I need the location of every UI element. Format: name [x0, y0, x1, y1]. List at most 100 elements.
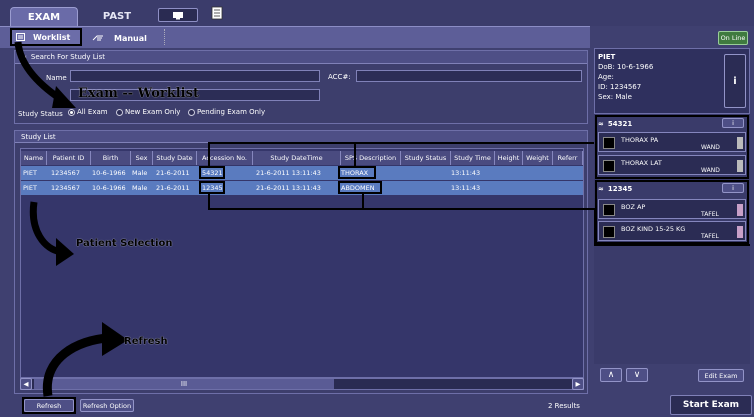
col-patient-id[interactable]: Patient ID: [47, 151, 91, 165]
procedure-name: BOZ AP: [621, 203, 646, 211]
col-name[interactable]: Name: [21, 151, 47, 165]
name-input[interactable]: [70, 70, 320, 82]
procedure-checkbox[interactable]: [603, 226, 615, 238]
col-weight[interactable]: Weight: [523, 151, 553, 165]
move-down-button[interactable]: ∨: [626, 368, 648, 382]
col-sex[interactable]: Sex: [131, 151, 153, 165]
patient-sex: Sex: Male: [598, 93, 632, 101]
edit-exam-button[interactable]: Edit Exam: [698, 369, 744, 382]
cell-patient-id: 1234567: [51, 169, 80, 177]
results-count: 2 Results: [548, 402, 580, 410]
col-study-status[interactable]: Study Status: [401, 151, 451, 165]
document-icon: [211, 6, 223, 20]
annotation-arrow-refresh: [42, 322, 128, 397]
cell-study-date: 21-6-2011: [156, 184, 190, 192]
position-icon: [737, 137, 743, 149]
connector-right-bottom: [594, 244, 750, 246]
radio-pending-exam-dot: [188, 108, 195, 116]
table-row[interactable]: PIET 1234567 10-6-1966 Male 21-6-2011 54…: [21, 166, 583, 180]
radio-new-exam-dot: [116, 108, 123, 116]
procedure-sub: TAFEL: [701, 211, 719, 218]
radio-new-exam-label: New Exam Only: [125, 108, 181, 116]
procedure-checkbox[interactable]: [603, 204, 615, 216]
description-highlight-2: [338, 181, 382, 194]
procedure-item[interactable]: BOZ KIND 15-25 KG TAFEL: [598, 221, 746, 241]
radio-new-exam[interactable]: New Exam Only: [116, 108, 180, 116]
connector-top: [208, 142, 594, 144]
table-header: Name Patient ID Birth Sex Study Date Acc…: [21, 151, 583, 165]
annotation-arrow-patient-selection: [29, 201, 74, 266]
patient-info-button[interactable]: i: [724, 54, 746, 108]
subtab-bar: [0, 26, 590, 48]
col-study-date[interactable]: Study Date: [153, 151, 197, 165]
collapse-icon: ≈: [598, 185, 604, 193]
procedure-checkbox[interactable]: [603, 137, 615, 149]
description-highlight-1: [338, 166, 376, 179]
patient-id: ID: 1234567: [598, 83, 642, 91]
col-study-datetime[interactable]: Study DateTime: [253, 151, 341, 165]
study-group-accession: 54321: [607, 120, 633, 128]
subtab-divider: [164, 29, 165, 45]
col-study-time[interactable]: Study Time: [451, 151, 495, 165]
annotation-refresh: Refresh: [124, 336, 168, 347]
position-icon: [737, 160, 743, 172]
procedure-item[interactable]: THORAX PA WAND: [598, 132, 746, 152]
procedure-checkbox[interactable]: [603, 160, 615, 172]
procedure-name: BOZ KIND 15-25 KG: [621, 225, 686, 233]
procedure-name: THORAX LAT: [621, 159, 662, 167]
cell-name: PIET: [23, 169, 37, 177]
patient-age: Age:: [598, 73, 614, 81]
col-accession-no[interactable]: Accession No.: [197, 151, 253, 165]
collapse-icon: ≈: [598, 120, 604, 128]
connector-mid-bottom: [362, 194, 364, 209]
col-referr[interactable]: Referr: [553, 151, 583, 165]
cell-study-datetime: 21-6-2011 13:11:43: [256, 169, 321, 177]
refresh-option-button[interactable]: Refresh Option: [80, 399, 134, 412]
monitor-icon: [173, 11, 183, 19]
procedure-sub: WAND: [701, 144, 720, 151]
acc-input[interactable]: [356, 70, 582, 82]
table-row[interactable]: PIET 1234567 10-6-1966 Male 21-6-2011 12…: [21, 181, 583, 195]
info-icon: i: [732, 119, 734, 127]
cell-birth: 10-6-1966: [92, 169, 126, 177]
patient-name: PIET: [598, 53, 616, 61]
cell-patient-id: 1234567: [51, 184, 80, 192]
connector-mid-top: [354, 142, 356, 166]
col-birth[interactable]: Birth: [91, 151, 131, 165]
col-sps-description[interactable]: SPS Description: [341, 151, 401, 165]
search-panel-header: ≈ Search For Study List: [15, 51, 587, 64]
cell-study-date: 21-6-2011: [156, 169, 190, 177]
cell-name: PIET: [23, 184, 37, 192]
document-icon-button[interactable]: [210, 6, 224, 20]
cell-sex: Male: [132, 169, 148, 177]
procedure-name: THORAX PA: [621, 136, 659, 144]
annotation-exam-worklist: Exam -- Worklist: [78, 86, 199, 101]
online-status-button[interactable]: On Line: [718, 31, 748, 45]
monitor-icon-button[interactable]: [158, 8, 198, 22]
position-icon: [737, 204, 743, 216]
move-up-button[interactable]: ∧: [600, 368, 622, 382]
subtab-manual[interactable]: Manual: [92, 31, 162, 45]
scroll-right-button[interactable]: ▶: [572, 378, 584, 390]
acc-label: ACC#:: [328, 73, 351, 81]
tab-exam[interactable]: EXAM: [10, 7, 78, 26]
study-list-title: Study List: [21, 132, 56, 141]
cell-birth: 10-6-1966: [92, 184, 126, 192]
procedure-item[interactable]: THORAX LAT WAND: [598, 155, 746, 175]
procedure-sub: TAFEL: [701, 233, 719, 240]
procedure-sub: WAND: [701, 167, 720, 174]
tab-past[interactable]: PAST: [86, 7, 148, 26]
col-height[interactable]: Height: [495, 151, 523, 165]
connector-left-top: [208, 142, 210, 166]
study-group-accession: 12345: [607, 185, 633, 193]
connector-bottom: [208, 208, 594, 210]
refresh-button[interactable]: Refresh: [24, 399, 74, 412]
hand-icon: [92, 35, 103, 41]
procedure-item[interactable]: BOZ AP TAFEL: [598, 199, 746, 219]
radio-pending-exam[interactable]: Pending Exam Only: [188, 108, 265, 116]
connector-right-vertical: [594, 208, 596, 246]
start-exam-button[interactable]: Start Exam: [670, 395, 752, 415]
patient-details: PIET DoB: 10-6-1966 Age: ID: 1234567 Sex…: [598, 52, 653, 102]
study-group-info-button[interactable]: i: [722, 118, 744, 128]
study-group-info-button[interactable]: i: [722, 183, 744, 193]
